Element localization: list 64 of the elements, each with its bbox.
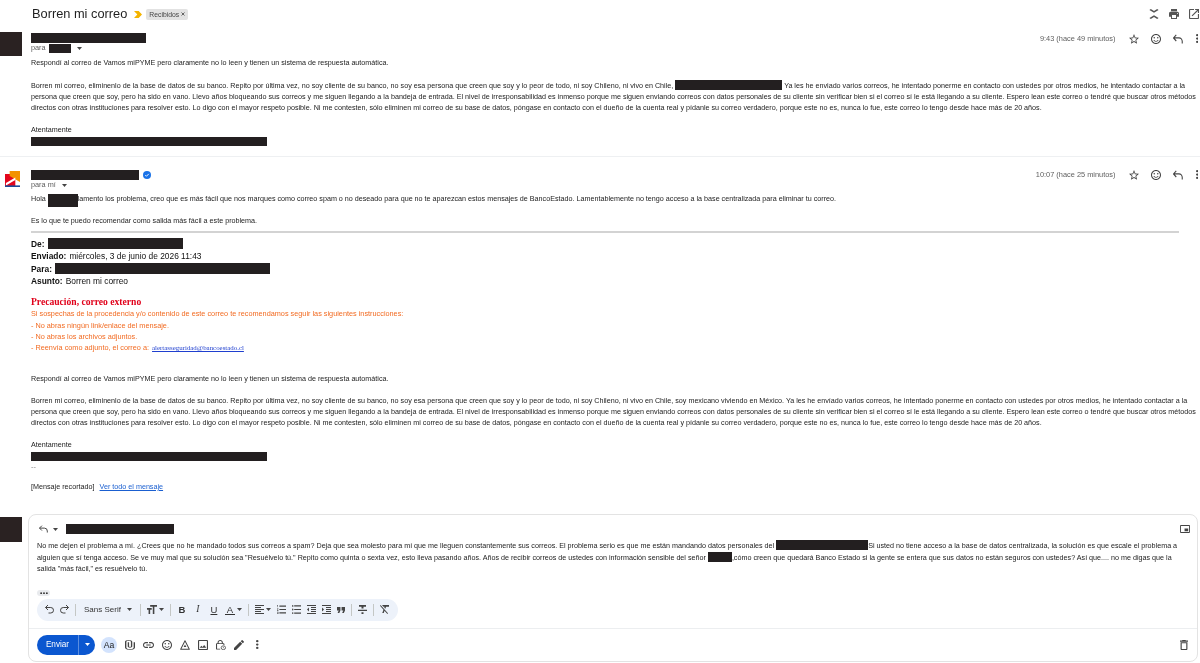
text-size-icon[interactable] <box>146 605 157 615</box>
quote-icon[interactable] <box>336 606 345 613</box>
trash-icon[interactable] <box>1180 639 1188 650</box>
image-icon[interactable] <box>198 639 208 650</box>
formatting-options-button[interactable]: Aa <box>101 636 117 653</box>
bold-button[interactable]: B <box>176 604 187 616</box>
caret-icon <box>84 643 90 647</box>
indent-less-icon[interactable] <box>306 605 316 615</box>
caret-icon[interactable] <box>61 183 67 187</box>
caret-icon[interactable] <box>265 608 271 612</box>
print-icon[interactable] <box>1169 9 1179 19</box>
caret-icon[interactable] <box>158 608 164 612</box>
underline-button[interactable]: U <box>208 604 219 616</box>
clear-formatting-icon[interactable] <box>379 605 389 615</box>
italic-button[interactable]: I <box>192 604 203 616</box>
pen-icon[interactable] <box>234 639 244 650</box>
caret-icon[interactable] <box>53 527 58 531</box>
triangle-icon[interactable] <box>180 639 190 650</box>
smiley-icon[interactable] <box>1150 33 1161 44</box>
inward-chevrons-icon[interactable] <box>1149 9 1159 19</box>
quoted-header-line: De: <box>31 238 1179 251</box>
caret-icon[interactable] <box>76 46 82 50</box>
warning-title: Precaución, correo externo <box>31 295 143 309</box>
redacted-avatar <box>0 516 22 542</box>
align-left-icon[interactable] <box>254 605 264 615</box>
redaction-bar <box>707 551 732 562</box>
reply-arrow-icon[interactable] <box>1172 169 1183 180</box>
undo-icon[interactable] <box>45 605 54 615</box>
paperclip-icon[interactable] <box>125 639 135 650</box>
redaction-bar <box>47 194 78 207</box>
smiley-icon[interactable] <box>162 639 172 650</box>
more-horizontal-icon <box>39 591 48 594</box>
link-icon[interactable] <box>143 641 154 648</box>
quoted-header-line: Para: <box>31 262 1179 275</box>
quoted-header-line: Asunto: Borren mi correo <box>31 274 129 288</box>
font-select[interactable]: Sans Serif <box>82 605 134 615</box>
bulleted-list-icon[interactable] <box>291 605 301 615</box>
redacted-avatar <box>0 32 22 56</box>
more-vertical-icon[interactable] <box>1195 170 1198 179</box>
smiley-icon[interactable] <box>1150 169 1161 180</box>
picture-in-picture-icon[interactable] <box>1180 525 1190 534</box>
external-link-icon[interactable] <box>1189 9 1199 19</box>
send-options-button[interactable] <box>78 634 95 655</box>
star-icon[interactable] <box>1128 33 1139 44</box>
more-vertical-icon[interactable] <box>1195 34 1198 43</box>
bank-logo-icon <box>5 171 20 187</box>
send-button[interactable]: Enviar <box>37 634 78 655</box>
reply-arrow-icon[interactable] <box>39 525 48 534</box>
more-vertical-icon[interactable] <box>256 640 259 650</box>
lock-clock-icon[interactable] <box>216 639 226 650</box>
reply-arrow-icon[interactable] <box>1172 33 1183 44</box>
text-color-button[interactable]: A <box>224 604 235 615</box>
indent-more-icon[interactable] <box>321 605 331 615</box>
numbered-list-icon[interactable] <box>276 605 286 615</box>
star-icon[interactable] <box>1128 169 1139 180</box>
chevron-marker-icon[interactable] <box>134 10 143 18</box>
redo-icon[interactable] <box>60 605 69 615</box>
strikethrough-icon[interactable] <box>357 605 367 615</box>
caret-icon[interactable] <box>126 608 132 612</box>
close-icon[interactable] <box>181 12 186 16</box>
caret-icon[interactable] <box>236 608 242 612</box>
quoted-header-line: Enviado: miércoles, 3 de junio de 2026 11:43 <box>31 250 203 263</box>
thread-subject: Borren mi correo <box>32 6 128 22</box>
show-trimmed-button[interactable] <box>37 589 50 596</box>
